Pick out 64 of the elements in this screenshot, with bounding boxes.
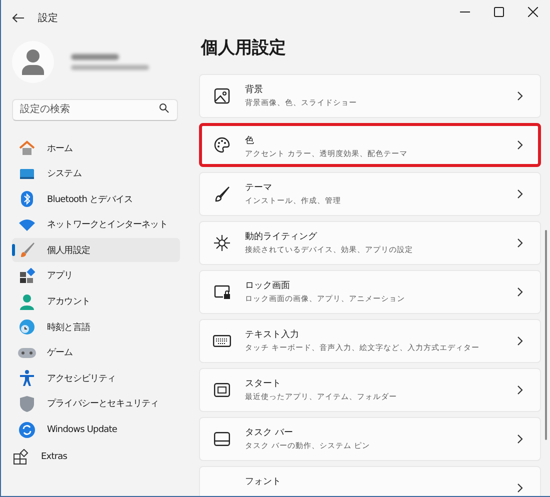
nav-item[interactable]: Bluetooth とデバイス [12,187,180,212]
scrollbar[interactable] [545,230,547,440]
bluetooth-icon [21,191,33,208]
card-title: 色 [245,134,255,147]
accessibility-icon [20,370,34,386]
nav-item[interactable]: アクセシビリティ [12,366,180,390]
nav-item[interactable]: アプリ [12,264,180,288]
chevron-icon [517,287,523,297]
chevron-icon [517,385,523,395]
nav-item[interactable]: システム [12,162,180,186]
wifi-icon [19,218,35,231]
lock-screen-icon [214,285,230,299]
chevron-icon [517,483,523,493]
maximize-icon [494,6,504,16]
nav-item[interactable]: ゲーム [12,340,180,365]
chevron-icon [517,140,523,150]
sync-icon [19,422,35,438]
apps-icon [19,268,35,284]
image-icon [214,88,230,104]
person-silhouette-icon [22,49,44,75]
chevron-icon [517,189,523,199]
close-icon [528,6,538,16]
palette-icon [214,137,230,153]
home-icon [19,140,35,156]
nav-item[interactable]: Windows Update [12,418,180,442]
chevron-icon [517,434,523,444]
search-icon [159,103,169,113]
card-title: タスク バー [245,427,294,439]
brush-icon [19,242,35,258]
nav-item[interactable]: ネットワークとインターネット [12,212,180,237]
person-icon [20,294,34,310]
brush-icon [214,186,230,202]
widgets-icon [13,449,29,466]
nav-item[interactable]: ホーム [12,136,180,160]
gamepad-icon [18,346,36,359]
shield-icon [20,396,34,412]
chevron-icon [517,238,523,248]
nav-item[interactable]: アカウント [12,290,180,314]
chevron-icon [517,336,523,346]
nav-item[interactable]: 個人用設定 [12,238,180,262]
settings-card[interactable]: フォント [199,466,541,496]
chevron-icon [517,91,523,101]
taskbar-icon [214,432,230,446]
minimize-icon [460,10,470,12]
card-title: ロック画面 [245,280,291,292]
card-title: スタート [245,378,282,390]
nav-item[interactable]: 時刻と言語 [12,315,180,340]
blurred-name [71,54,119,60]
card-title: テキスト入力 [245,328,300,341]
nav-item[interactable]: プライバシーとセキュリティ [12,392,180,416]
page-title: 個人用設定 [201,37,287,60]
card-title: 背景 [245,84,264,96]
window-title: 設定 [38,12,58,24]
search-field[interactable]: 設定の検索 [12,98,178,120]
card-title: 動的ライティング [245,230,318,243]
monitor-icon [19,166,35,181]
keyboard-icon [213,335,231,347]
nav-item[interactable]: Extras [6,445,174,470]
globe-clock-icon [19,319,35,336]
back-arrow-icon [12,12,24,22]
card-title: フォント [245,476,282,488]
card-title: テーマ [245,182,273,194]
sparkle-icon [214,235,230,251]
start-menu-icon [214,383,230,397]
